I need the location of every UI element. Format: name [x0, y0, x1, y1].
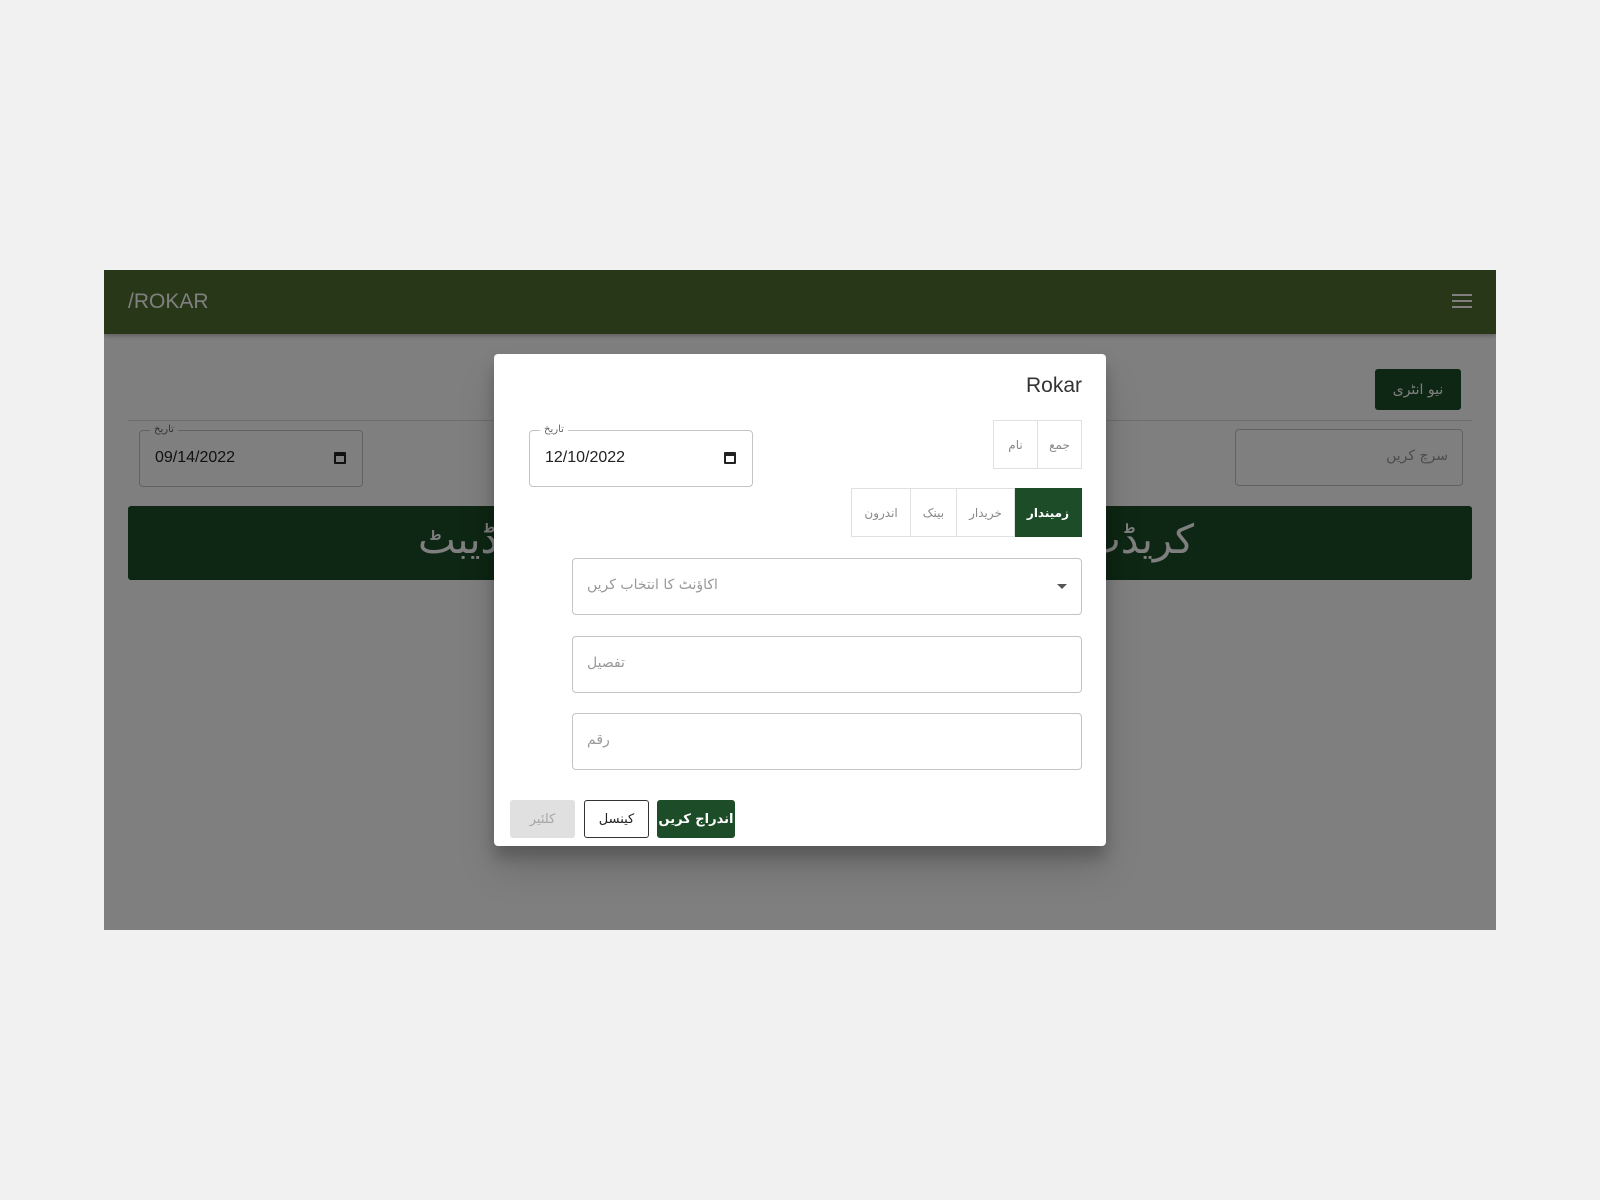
entry-date-value: 12/10/2022 [545, 449, 626, 466]
amount-placeholder: رقم [587, 732, 610, 748]
dialog-title: Rokar [1025, 374, 1082, 397]
calendar-icon[interactable] [724, 452, 736, 464]
detail-placeholder: تفصیل [587, 655, 625, 671]
cancel-button[interactable]: کینسل [584, 800, 649, 838]
rokar-entry-dialog: Rokar تاریخ 12/10/2022 جمع نام زمیندار خ… [494, 354, 1106, 846]
submit-button[interactable]: اندراج کریں [657, 800, 735, 838]
toggle-kharidar[interactable]: خریدار [956, 488, 1015, 537]
account-category-toggle: زمیندار خریدار بینک اندرون [851, 488, 1082, 537]
entry-date-label: تاریخ [540, 423, 568, 437]
toggle-zamindar[interactable]: زمیندار [1013, 488, 1082, 537]
amount-input[interactable]: رقم [572, 713, 1082, 770]
toggle-bank[interactable]: بینک [909, 488, 958, 537]
entry-type-toggle: جمع نام [993, 420, 1082, 469]
account-select[interactable]: اکاؤنٹ کا انتخاب کریں [572, 558, 1082, 615]
toggle-naam[interactable]: نام [993, 420, 1038, 469]
account-select-placeholder: اکاؤنٹ کا انتخاب کریں [587, 577, 718, 593]
toggle-andaroon[interactable]: اندرون [851, 488, 911, 537]
toggle-jama[interactable]: جمع [1037, 420, 1082, 469]
clear-button[interactable]: کلئیر [510, 800, 575, 838]
entry-date-field[interactable]: تاریخ 12/10/2022 [529, 423, 753, 487]
dropdown-arrow-icon[interactable] [1057, 584, 1067, 589]
detail-input[interactable]: تفصیل [572, 636, 1082, 693]
